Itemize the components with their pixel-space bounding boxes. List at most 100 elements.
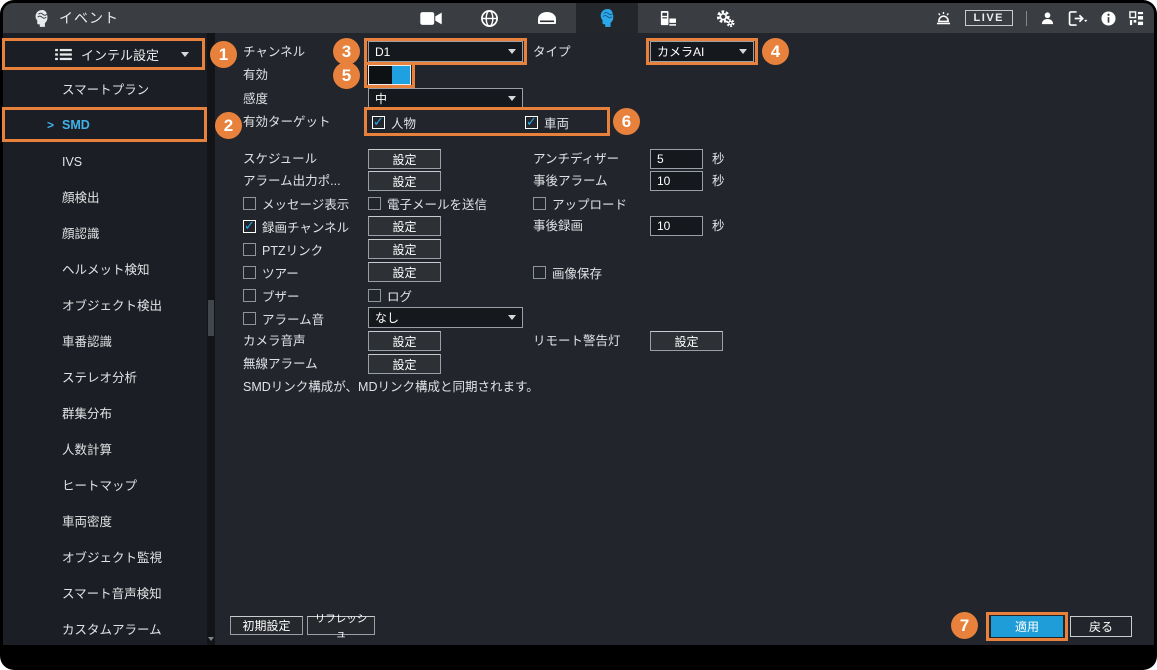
sidebar-item-object-detection[interactable]: オブジェクト検出 [3,293,207,319]
sidebar-item-face-recognition[interactable]: 顔認識 [3,221,207,247]
sidebar-item-ivs[interactable]: IVS [3,149,207,175]
post-alarm-input[interactable]: 10 [650,171,703,191]
sidebar-header-label: インテル設定 [81,45,159,64]
alarm-out-setting-button[interactable]: 設定 [368,171,441,191]
page-title: イベント [59,8,119,28]
video-camera-icon [420,11,442,26]
buzzer-checkbox[interactable]: ブザー [243,284,300,306]
sensitivity-value: 中 [375,90,387,107]
sidebar-item-object-monitoring[interactable]: オブジェクト監視 [3,545,207,571]
record-channel-checkbox[interactable]: ✓ 録画チャンネル [243,215,349,237]
camera-audio-label: カメラ音声 [243,330,306,352]
target-label: 有効ターゲット [243,111,331,133]
default-button[interactable]: 初期設定 [230,616,303,635]
sidebar-item-crowd-distribution[interactable]: 群集分布 [3,401,207,427]
enable-label: 有効 [243,64,268,86]
ptz-link-setting-button[interactable]: 設定 [368,239,441,259]
picture-storage-label: 画像保存 [552,263,602,282]
sidebar-item-people-counting[interactable]: 人数計算 [3,437,207,463]
post-record-unit: 秒 [712,215,725,237]
record-channel-setting-button[interactable]: 設定 [368,216,441,236]
qr-code-icon[interactable] [1129,11,1144,26]
apply-button[interactable]: 適用 [991,616,1063,637]
target-vehicle-label: 車両 [544,113,569,132]
nav-camera[interactable] [402,3,460,33]
checkbox-checked: ✓ [372,116,385,129]
nav-storage[interactable] [518,3,576,33]
nav-ai-events-active[interactable] [576,3,638,33]
logout-icon[interactable] [1068,11,1088,26]
titlebar-separator [1026,11,1027,26]
sidebar-item-smart-audio-detection[interactable]: スマート音声検知 [3,581,207,607]
live-button[interactable]: LIVE [965,10,1013,26]
post-record-input[interactable]: 10 [650,216,703,236]
sidebar-item-vehicle-density[interactable]: 車両密度 [3,509,207,535]
schedule-setting-button[interactable]: 設定 [368,149,441,169]
type-select[interactable]: カメラAI [650,41,754,62]
send-email-label: 電子メールを送信 [387,194,487,213]
chevron-down-icon [508,96,516,101]
show-message-checkbox[interactable]: メッセージ表示 [243,192,349,214]
target-person-label: 人物 [391,113,416,132]
check-icon: ✓ [244,219,255,232]
nav-network[interactable] [460,3,518,33]
titlebar-right-group: LIVE [935,3,1144,33]
tour-checkbox[interactable]: ツアー [243,261,299,283]
tour-label: ツアー [262,263,299,282]
camera-audio-setting-button[interactable]: 設定 [368,331,441,351]
schedule-label: スケジュール [243,148,317,170]
target-vehicle-checkbox[interactable]: ✓ 車両 [525,111,569,133]
sidebar-scrollbar[interactable] [207,33,215,645]
back-button[interactable]: 戻る [1070,616,1132,637]
sidebar-item-heat-map[interactable]: ヒートマップ [3,473,207,499]
alarm-tone-select[interactable]: なし [368,307,523,328]
sidebar-item-face-detection[interactable]: 顔検出 [3,185,207,211]
sidebar-item-smart-plan[interactable]: スマートプラン [3,77,207,103]
send-email-checkbox[interactable]: 電子メールを送信 [368,192,487,214]
anti-dither-input[interactable]: 5 [650,149,703,169]
alarm-out-label: アラーム出力ポ... [243,170,341,192]
enable-toggle[interactable] [368,65,411,85]
sidebar-item-stereo-analysis[interactable]: ステレオ分析 [3,365,207,391]
sidebar-item-helmet-detection[interactable]: ヘルメット検知 [3,257,207,283]
alarm-tone-label: アラーム音 [262,309,324,328]
checkbox-unchecked [243,266,256,279]
refresh-button[interactable]: リフレッシュ [307,616,375,635]
title-bar: イベント [3,3,1154,33]
upload-checkbox[interactable]: アップロード [533,192,627,214]
alarm-beacon-icon[interactable] [935,11,952,26]
sensitivity-select[interactable]: 中 [368,88,523,109]
checkbox-unchecked [243,197,256,210]
sidebar-header-intel-settings[interactable]: インテル設定 [3,39,205,69]
show-message-label: メッセージ表示 [262,194,349,213]
post-alarm-label: 事後アラーム [533,170,608,192]
app-window: イベント [0,0,1157,670]
log-label: ログ [387,286,412,305]
log-checkbox[interactable]: ログ [368,284,412,306]
ai-brain-logo-icon [33,9,50,28]
record-channel-label: 録画チャンネル [262,217,349,236]
target-person-checkbox[interactable]: ✓ 人物 [372,111,416,133]
channel-value: D1 [375,45,390,59]
channel-select[interactable]: D1 [368,41,523,62]
user-icon[interactable] [1040,11,1055,26]
alarm-tone-checkbox[interactable]: アラーム音 [243,307,324,329]
sidebar-item-custom-alarm[interactable]: カスタムアラーム [3,617,207,643]
checkbox-unchecked [533,266,546,279]
info-icon[interactable] [1101,11,1116,26]
sidebar-scrollbar-down-button[interactable] [207,633,215,645]
toggle-off-half [369,66,392,84]
picture-storage-checkbox[interactable]: 画像保存 [533,261,602,283]
nav-backup[interactable] [638,3,696,33]
wireless-alarm-setting-button[interactable]: 設定 [368,354,441,374]
nav-settings[interactable] [696,3,754,33]
check-icon: ✓ [373,115,384,128]
post-record-label: 事後録画 [533,215,583,237]
sidebar-scrollbar-thumb[interactable] [208,300,214,336]
sidebar-item-smd-active[interactable]: > SMD [3,112,207,138]
chevron-down-icon [739,49,747,54]
sidebar-item-plate-recognition[interactable]: 車番認識 [3,329,207,355]
tour-setting-button[interactable]: 設定 [368,262,441,282]
ptz-link-checkbox[interactable]: PTZリンク [243,238,323,260]
remote-warning-light-setting-button[interactable]: 設定 [650,331,723,351]
